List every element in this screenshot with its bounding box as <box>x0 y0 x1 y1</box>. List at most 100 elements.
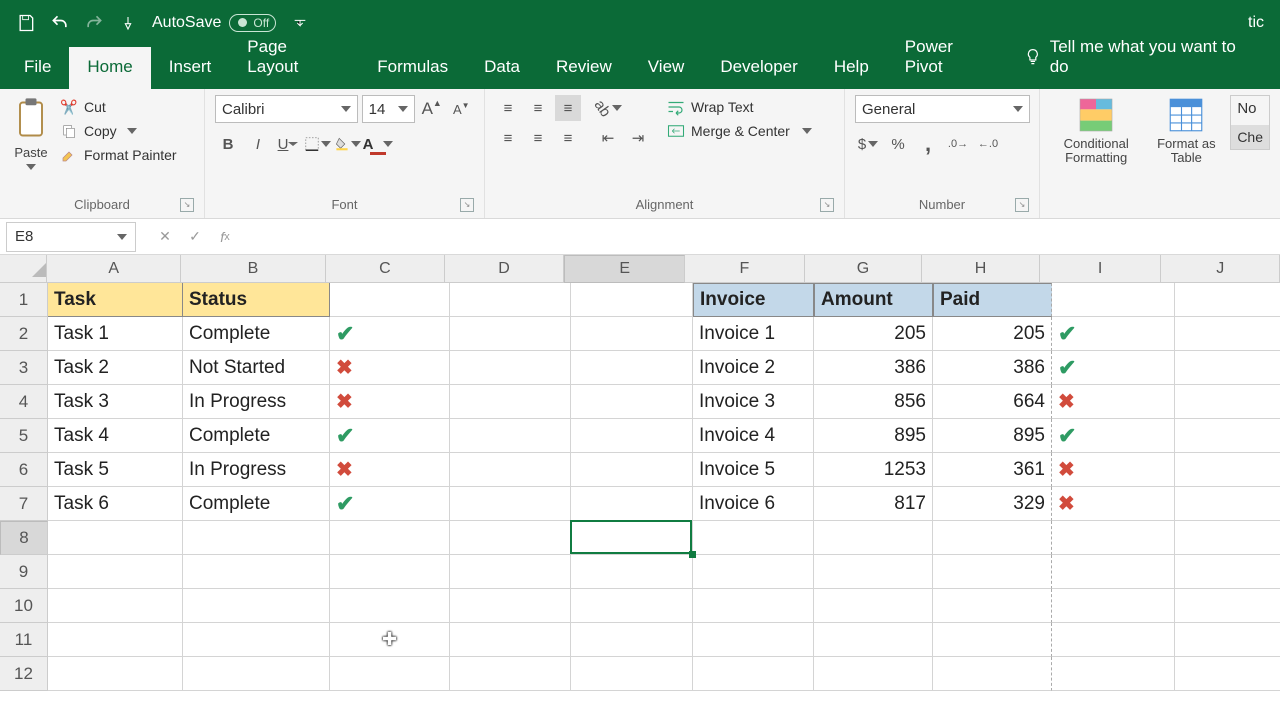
cell-E6[interactable] <box>571 453 693 487</box>
cell-D10[interactable] <box>450 589 571 623</box>
tab-review[interactable]: Review <box>538 47 630 89</box>
cell-C1[interactable] <box>330 283 450 317</box>
border-button[interactable] <box>305 131 331 157</box>
cell-D8[interactable] <box>450 521 571 555</box>
cell-F3[interactable]: Invoice 2 <box>693 351 814 385</box>
tab-formulas[interactable]: Formulas <box>359 47 466 89</box>
cell-A12[interactable] <box>48 657 183 691</box>
accounting-format-icon[interactable]: $ <box>855 131 881 157</box>
increase-decimal-icon[interactable]: .0→ <box>945 131 971 157</box>
comma-format-icon[interactable]: , <box>915 131 941 157</box>
cell-D4[interactable] <box>450 385 571 419</box>
cell-A11[interactable] <box>48 623 183 657</box>
cell-G10[interactable] <box>814 589 933 623</box>
cell-I7[interactable]: ✖ <box>1052 487 1175 521</box>
cell-C10[interactable] <box>330 589 450 623</box>
save-icon[interactable] <box>16 13 36 33</box>
alignment-dialog-launcher[interactable]: ↘ <box>820 198 834 212</box>
font-size-select[interactable]: 14 <box>362 95 415 123</box>
number-dialog-launcher[interactable]: ↘ <box>1015 198 1029 212</box>
cell-E3[interactable] <box>571 351 693 385</box>
bold-button[interactable]: B <box>215 131 241 157</box>
tell-me-search[interactable]: Tell me what you want to do <box>1012 27 1274 89</box>
cell-A3[interactable]: Task 2 <box>48 351 183 385</box>
undo-icon[interactable] <box>50 13 70 33</box>
tab-insert[interactable]: Insert <box>151 47 230 89</box>
row-header-2[interactable]: 2 <box>0 317 48 351</box>
cell-G1[interactable]: Amount <box>814 283 933 317</box>
cell-G8[interactable] <box>814 521 933 555</box>
row-header-8[interactable]: 8 <box>0 521 48 555</box>
fill-color-button[interactable] <box>335 131 361 157</box>
align-middle-icon[interactable]: ≡ <box>525 95 551 121</box>
wrap-text-button[interactable]: Wrap Text <box>665 97 814 117</box>
cell-B6[interactable]: In Progress <box>183 453 330 487</box>
font-dialog-launcher[interactable]: ↘ <box>460 198 474 212</box>
cell-J9[interactable] <box>1175 555 1280 589</box>
cell-A8[interactable] <box>48 521 183 555</box>
cell-I12[interactable] <box>1052 657 1175 691</box>
cell-B5[interactable]: Complete <box>183 419 330 453</box>
tab-developer[interactable]: Developer <box>702 47 816 89</box>
cell-I2[interactable]: ✔ <box>1052 317 1175 351</box>
col-header-A[interactable]: A <box>47 255 180 282</box>
decrease-font-icon[interactable]: A▼ <box>448 96 474 122</box>
cell-C3[interactable]: ✖ <box>330 351 450 385</box>
cell-I10[interactable] <box>1052 589 1175 623</box>
align-right-icon[interactable]: ≡ <box>555 125 581 151</box>
col-header-D[interactable]: D <box>445 255 565 282</box>
cell-F11[interactable] <box>693 623 814 657</box>
col-header-B[interactable]: B <box>181 255 326 282</box>
cell-D5[interactable] <box>450 419 571 453</box>
cell-E9[interactable] <box>571 555 693 589</box>
cell-F4[interactable]: Invoice 3 <box>693 385 814 419</box>
cell-G3[interactable]: 386 <box>814 351 933 385</box>
font-color-button[interactable]: A <box>365 131 391 157</box>
cell-I1[interactable] <box>1052 283 1175 317</box>
cell-B4[interactable]: In Progress <box>183 385 330 419</box>
row-header-1[interactable]: 1 <box>0 283 48 317</box>
cell-B2[interactable]: Complete <box>183 317 330 351</box>
cell-J5[interactable] <box>1175 419 1280 453</box>
cell-F8[interactable] <box>693 521 814 555</box>
enter-formula-icon[interactable]: ✓ <box>180 222 210 252</box>
cell-G5[interactable]: 895 <box>814 419 933 453</box>
cell-D9[interactable] <box>450 555 571 589</box>
name-box[interactable]: E8 <box>6 222 136 252</box>
pin-icon[interactable] <box>118 13 138 33</box>
cell-B9[interactable] <box>183 555 330 589</box>
cell-I8[interactable] <box>1052 521 1175 555</box>
redo-icon[interactable] <box>84 13 104 33</box>
align-bottom-icon[interactable]: ≡ <box>555 95 581 121</box>
cell-E12[interactable] <box>571 657 693 691</box>
cell-F9[interactable] <box>693 555 814 589</box>
cell-G6[interactable]: 1253 <box>814 453 933 487</box>
underline-button[interactable]: U <box>275 131 301 157</box>
cell-B7[interactable]: Complete <box>183 487 330 521</box>
row-header-11[interactable]: 11 <box>0 623 48 657</box>
align-top-icon[interactable]: ≡ <box>495 95 521 121</box>
align-left-icon[interactable]: ≡ <box>495 125 521 151</box>
cell-A2[interactable]: Task 1 <box>48 317 183 351</box>
row-header-3[interactable]: 3 <box>0 351 48 385</box>
row-header-6[interactable]: 6 <box>0 453 48 487</box>
cell-H3[interactable]: 386 <box>933 351 1052 385</box>
row-header-12[interactable]: 12 <box>0 657 48 691</box>
fx-icon[interactable]: fx <box>210 222 240 252</box>
tab-page-layout[interactable]: Page Layout <box>229 27 359 89</box>
cell-E4[interactable] <box>571 385 693 419</box>
cell-J8[interactable] <box>1175 521 1280 555</box>
cell-E10[interactable] <box>571 589 693 623</box>
cell-E11[interactable] <box>571 623 693 657</box>
cell-D3[interactable] <box>450 351 571 385</box>
tab-power-pivot[interactable]: Power Pivot <box>887 27 1012 89</box>
cell-G2[interactable]: 205 <box>814 317 933 351</box>
cell-H5[interactable]: 895 <box>933 419 1052 453</box>
tab-home[interactable]: Home <box>69 47 150 89</box>
cell-E2[interactable] <box>571 317 693 351</box>
number-format-select[interactable]: General <box>855 95 1030 123</box>
cell-F5[interactable]: Invoice 4 <box>693 419 814 453</box>
cell-E1[interactable] <box>571 283 693 317</box>
cell-D11[interactable] <box>450 623 571 657</box>
cell-J12[interactable] <box>1175 657 1280 691</box>
